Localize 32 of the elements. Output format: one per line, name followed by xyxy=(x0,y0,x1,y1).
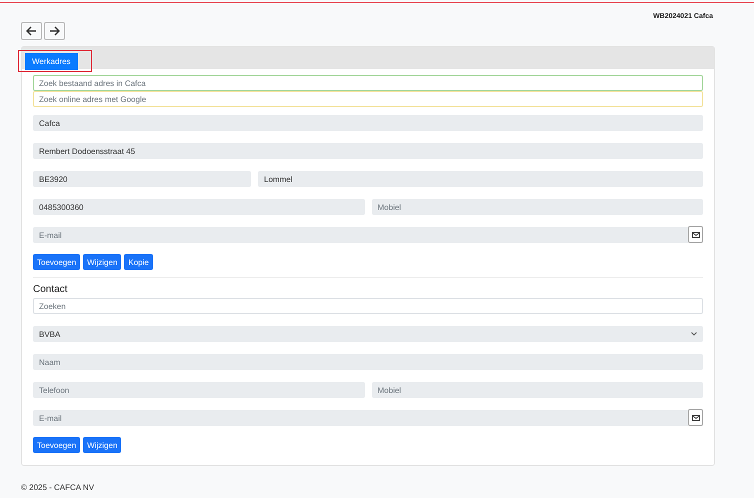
input-field[interactable]: Naam xyxy=(33,354,703,370)
input-field[interactable]: Rembert Dodoensstraat 45 xyxy=(33,143,703,159)
action-button[interactable]: Kopie xyxy=(124,254,153,270)
email-field[interactable]: E-mail xyxy=(33,227,688,243)
search-field[interactable]: Zoek bestaand adres in Cafca xyxy=(33,75,703,91)
chevron-down-icon xyxy=(691,332,697,336)
footer-text: © 2025 - CAFCA NV xyxy=(21,483,94,492)
envelope-icon xyxy=(692,414,700,420)
input-field[interactable]: Lommel xyxy=(258,171,703,187)
action-button[interactable]: Wijzigen xyxy=(83,437,122,453)
arrow-left-icon xyxy=(26,26,37,36)
search-field[interactable]: Zoeken xyxy=(33,298,703,314)
envelope-icon xyxy=(692,232,700,238)
input-field[interactable]: Cafca xyxy=(33,115,703,131)
select-field[interactable]: BVBA xyxy=(33,326,703,342)
input-field[interactable]: Telefoon xyxy=(33,382,364,398)
input-field[interactable]: Mobiel xyxy=(372,199,703,215)
input-field[interactable]: Mobiel xyxy=(372,382,703,398)
forward-button[interactable] xyxy=(44,22,65,40)
input-field[interactable]: BE3920 xyxy=(33,171,251,187)
arrow-right-icon xyxy=(49,26,60,36)
action-button[interactable]: Wijzigen xyxy=(83,254,122,270)
back-button[interactable] xyxy=(21,22,42,40)
search-field[interactable]: Zoek online adres met Google xyxy=(33,91,703,107)
action-button[interactable]: Toevoegen xyxy=(33,437,80,453)
tab[interactable]: Werkadres xyxy=(25,52,78,70)
section-title: Contact xyxy=(33,284,68,295)
input-field[interactable]: 0485300360 xyxy=(33,199,364,215)
action-button[interactable]: Toevoegen xyxy=(33,254,80,270)
email-field[interactable]: E-mail xyxy=(33,410,688,426)
mail-button[interactable] xyxy=(688,226,703,243)
mail-button[interactable] xyxy=(688,409,703,426)
